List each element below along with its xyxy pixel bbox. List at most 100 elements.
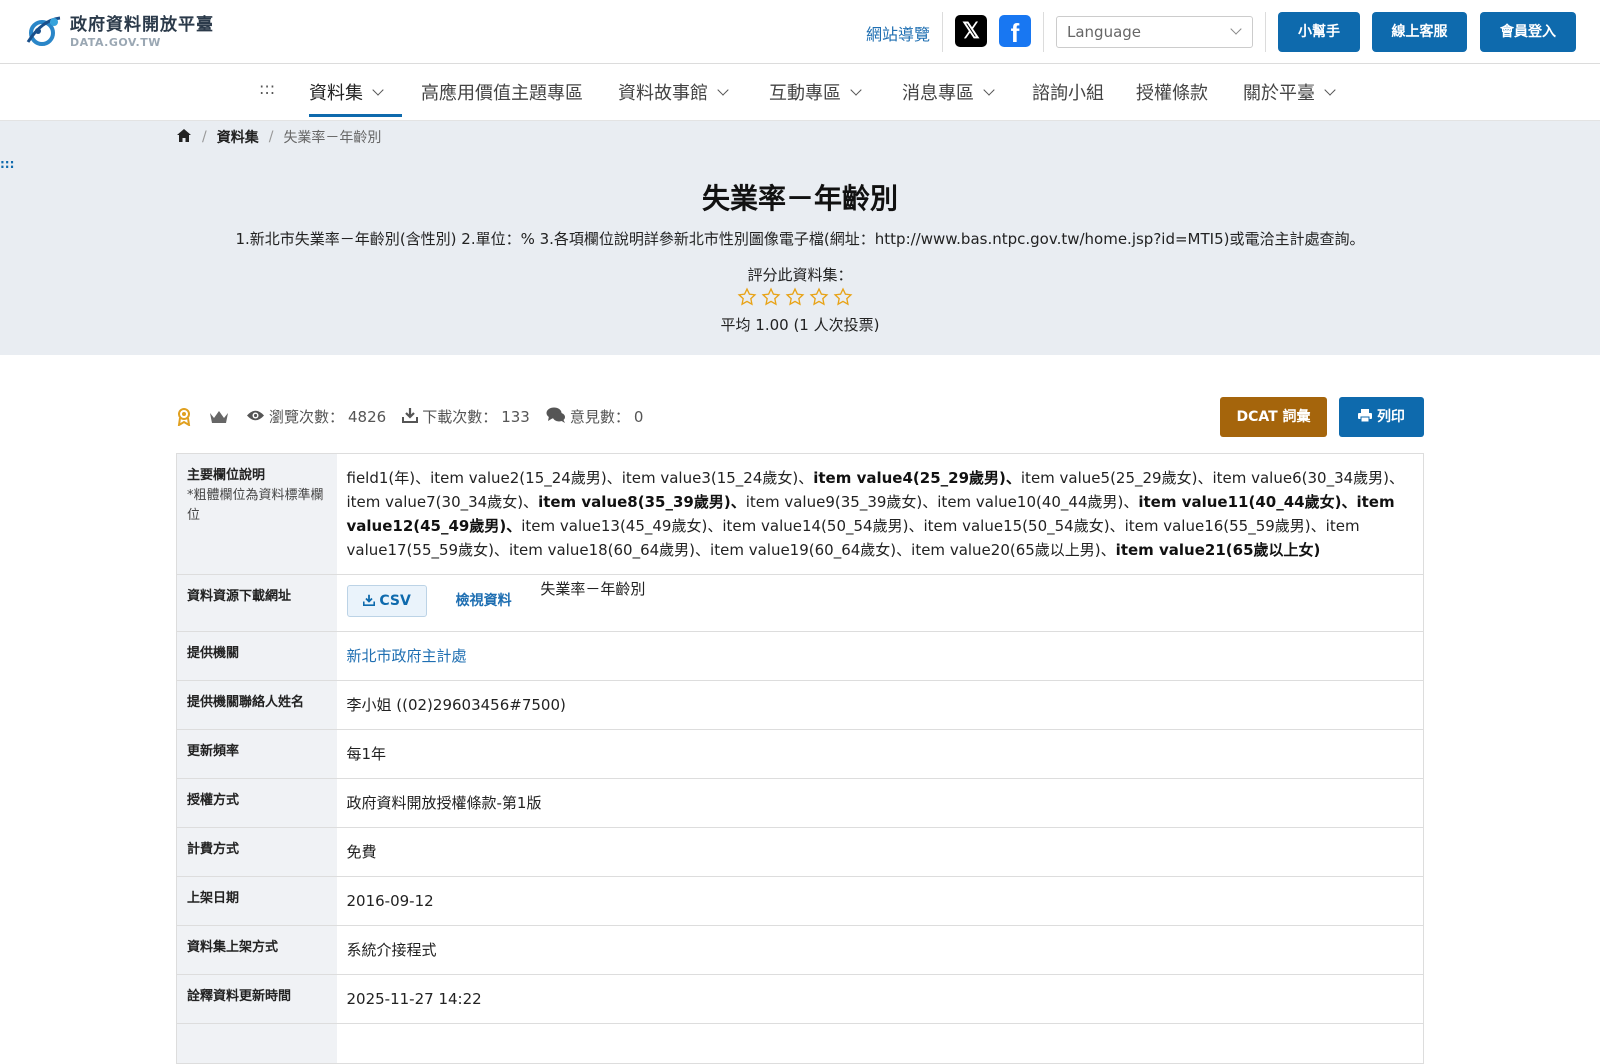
dataset-hero: / 資料集 / 失業率－年齡別 ::: 失業率－年齡別 1.新北市失業率－年齡別…	[0, 121, 1600, 355]
view-data-link[interactable]: 檢視資料	[456, 589, 512, 613]
table-key: 提供機關	[176, 631, 337, 681]
field-item: item value4(25_29歲男)、	[813, 469, 1021, 487]
breadcrumb-separator: /	[268, 129, 274, 145]
logo-icon	[24, 12, 64, 50]
table-value: 2016-09-12	[336, 876, 1424, 926]
main-nav: ::: 資料集 高應用價值主題專區 資料故事館 互動專區 消息專區 諮詢小組 授…	[0, 64, 1600, 121]
crown-icon	[208, 409, 230, 425]
chevron-down-icon	[983, 83, 995, 96]
x-icon[interactable]: 𝕏	[955, 15, 987, 47]
comments-label: 意見數：	[569, 408, 630, 426]
nav-item-license[interactable]: 授權條款	[1136, 79, 1208, 105]
field-item: item value10(40_44歲男)、	[937, 493, 1139, 511]
downloads-label: 下載次數：	[422, 408, 498, 426]
field-item: item value16(55_59歲男)、	[1124, 517, 1326, 535]
breadcrumb-datasets[interactable]: 資料集	[217, 127, 259, 147]
table-row: 資料資源下載網址 CSV 檢視資料 失業率－年齡別	[176, 574, 1424, 632]
comments-count: 0	[633, 407, 644, 426]
divider	[942, 12, 943, 52]
nav-item-label: 關於平臺	[1243, 83, 1315, 104]
table-row: 更新頻率 每1年	[176, 729, 1424, 779]
print-button[interactable]: 列印	[1339, 397, 1424, 437]
field-item: item value15(50_54歲女)、	[923, 517, 1125, 535]
nav-item-datasets[interactable]: 資料集	[309, 79, 384, 105]
rating-stars[interactable]	[737, 287, 857, 307]
comments-icon	[546, 407, 566, 427]
nav-item-label: 資料集	[309, 83, 363, 104]
table-row: 提供機關聯絡人姓名 李小姐 ((02)29603456#7500)	[176, 680, 1424, 730]
table-row: 主要欄位說明 *粗體欄位為資料標準欄位 field1(年)、item value…	[176, 453, 1424, 575]
chevron-down-icon	[717, 83, 729, 96]
chevron-down-icon	[372, 83, 384, 96]
facebook-icon[interactable]: f	[999, 15, 1031, 47]
nav-item-label: 互動專區	[769, 83, 841, 104]
breadcrumb-current: 失業率－年齡別	[283, 130, 382, 146]
table-key: 上架日期	[176, 876, 337, 926]
content-skip-anchor[interactable]: :::	[0, 157, 14, 171]
table-key: 資料集上架方式	[176, 925, 337, 975]
nav-active-indicator	[309, 114, 402, 117]
field-item: item value3(15_24歲女)、	[621, 469, 814, 487]
page-title: 失業率－年齡別	[701, 182, 898, 215]
table-value: 2025-11-27 14:22	[336, 974, 1424, 1024]
field-item: item value13(45_49歲女)、	[521, 517, 723, 535]
csv-label: CSV	[379, 593, 411, 609]
field-item: item value18(60_64歲男)、	[508, 541, 711, 559]
fields-list: field1(年)、item value2(15_24歲男)、item valu…	[337, 454, 1424, 575]
member-login-button[interactable]: 會員登入	[1480, 12, 1576, 52]
nav-skip-anchor[interactable]: :::	[259, 79, 275, 98]
field-item: item value11(40_44歲女)、	[1138, 493, 1357, 511]
language-select[interactable]: Language	[1056, 16, 1253, 48]
field-item: item value9(35_39歲女)、	[745, 493, 938, 511]
online-support-button[interactable]: 線上客服	[1372, 12, 1467, 52]
nav-item-label: 資料故事館	[618, 83, 708, 104]
nav-item-about[interactable]: 關於平臺	[1243, 79, 1336, 105]
table-value: 免費	[336, 827, 1424, 877]
table-value: 李小姐 ((02)29603456#7500)	[336, 680, 1424, 730]
language-select-value: Language	[1067, 23, 1142, 41]
nav-item-interactive[interactable]: 互動專區	[769, 79, 862, 105]
breadcrumb: / 資料集 / 失業率－年齡別	[176, 127, 381, 147]
table-value: 系統介接程式	[336, 925, 1424, 975]
nav-item-label: 高應用價值主題專區	[421, 83, 583, 104]
nav-item-stories[interactable]: 資料故事館	[618, 79, 729, 105]
table-value: 新北市政府主計處	[336, 631, 1424, 681]
table-key: 計費方式	[176, 827, 337, 877]
top-header: 政府資料開放平臺 DATA.GOV.TW 網站導覽 𝕏 f Language 小…	[0, 0, 1600, 64]
nav-item-high-value[interactable]: 高應用價值主題專區	[421, 79, 583, 105]
chevron-down-icon	[1324, 83, 1336, 96]
divider	[1265, 12, 1266, 52]
site-logo[interactable]: 政府資料開放平臺 DATA.GOV.TW	[24, 12, 214, 50]
star-icon[interactable]	[785, 287, 809, 307]
sitemap-link[interactable]: 網站導覽	[866, 21, 930, 45]
helper-button[interactable]: 小幫手	[1278, 12, 1360, 52]
star-icon[interactable]	[833, 287, 857, 307]
field-item: item value8(35_39歲男)、	[538, 493, 746, 511]
resource-name: 失業率－年齡別	[540, 580, 646, 598]
download-resources: CSV 檢視資料 失業率－年齡別	[336, 574, 1424, 632]
nav-item-label: 諮詢小組	[1032, 83, 1104, 104]
dcat-vocabulary-button[interactable]: DCAT 詞彙	[1220, 397, 1327, 437]
nav-item-advisory[interactable]: 諮詢小組	[1032, 79, 1104, 105]
comments-stat: 意見數： 0	[546, 406, 644, 427]
table-key: 提供機關聯絡人姓名	[176, 680, 337, 730]
provider-agency-link[interactable]: 新北市政府主計處	[347, 647, 467, 665]
star-icon[interactable]	[737, 287, 761, 307]
table-key	[176, 1023, 337, 1064]
csv-download-button[interactable]: CSV	[346, 585, 427, 617]
star-icon[interactable]	[809, 287, 833, 307]
breadcrumb-separator: /	[202, 129, 207, 145]
dataset-description: 1.新北市失業率－年齡別(含性別) 2.單位：% 3.各項欄位說明詳參新北市性別…	[235, 230, 1365, 248]
table-row: 詮釋資料更新時間 2025-11-27 14:22	[176, 974, 1424, 1024]
field-item: item value6(30_34歲男)、	[1212, 469, 1405, 487]
table-row: 授權方式 政府資料開放授權條款-第1版	[176, 778, 1424, 828]
field-item: item value19(60_64歲女)、	[710, 541, 912, 559]
download-icon	[402, 407, 419, 427]
home-icon[interactable]	[176, 128, 192, 147]
logo-title: 政府資料開放平臺	[70, 14, 214, 35]
rating-average: 平均 1.00 (1 人次投票)	[720, 316, 880, 334]
nav-item-news[interactable]: 消息專區	[902, 79, 995, 105]
field-item: item value5(25_29歲女)、	[1020, 469, 1213, 487]
star-icon[interactable]	[761, 287, 785, 307]
table-value: 每1年	[336, 729, 1424, 779]
